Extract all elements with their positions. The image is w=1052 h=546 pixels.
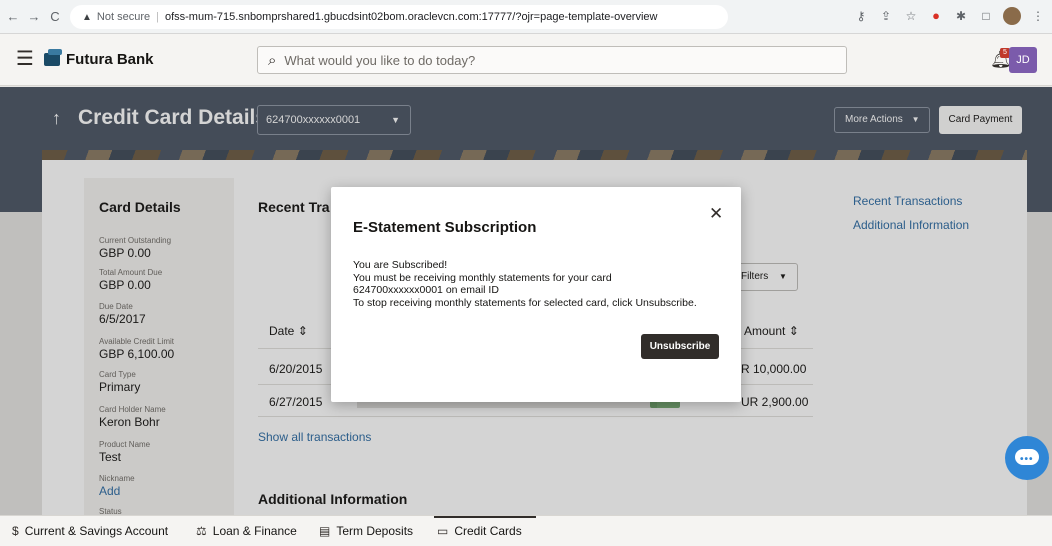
forward-nav-icon[interactable]: → <box>26 7 42 27</box>
url-separator: | <box>156 11 159 23</box>
back-nav-icon[interactable]: ← <box>5 7 21 27</box>
kebab-menu-icon[interactable]: ⋮ <box>1030 7 1046 25</box>
message-line: You must be receiving monthly statements… <box>353 271 612 284</box>
warning-icon: ▲ <box>82 11 92 23</box>
dollar-circle-icon: $ <box>12 524 19 538</box>
deposit-icon: ▤ <box>319 524 331 538</box>
reload-icon[interactable]: C <box>47 7 63 27</box>
avatar[interactable]: JD <box>1009 47 1037 73</box>
message-line: You are Subscribed! <box>353 259 448 271</box>
nav-label: Credit Cards <box>454 524 522 538</box>
camera-icon[interactable]: ● <box>928 7 944 25</box>
nav-label: Current & Savings Account <box>24 524 169 538</box>
modal-title: E-Statement Subscription <box>353 219 537 236</box>
credit-card-icon: ▭ <box>437 524 449 538</box>
search-icon: ⌕ <box>268 51 277 69</box>
search-input[interactable]: ⌕ What would you like to do today? <box>257 46 847 74</box>
star-icon[interactable]: ☆ <box>903 7 919 25</box>
share-icon[interactable]: ⇪ <box>878 7 894 25</box>
security-label: Not secure <box>96 11 151 23</box>
bank-logo-icon <box>44 49 62 66</box>
url-text: ofss-mum-715.snbomprshared1.gbucdsint02b… <box>164 11 658 23</box>
nav-current-savings-account[interactable]: $ Current & Savings Account <box>12 524 168 538</box>
loan-icon: ⚖ <box>196 524 207 538</box>
browser-toolbar: ← → C ▲ Not secure | ofss-mum-715.snbomp… <box>0 0 1052 34</box>
nav-label: Loan & Finance <box>212 524 297 538</box>
profile-icon[interactable] <box>1003 7 1021 25</box>
nav-credit-cards[interactable]: ▭ Credit Cards <box>437 524 522 538</box>
message-line: 624700xxxxxx0001 on email ID <box>353 284 499 296</box>
key-icon[interactable]: ⚷ <box>853 7 869 25</box>
unsubscribe-button[interactable]: Unsubscribe <box>641 334 719 359</box>
bank-name: Futura Bank <box>66 51 154 68</box>
nav-loan-finance[interactable]: ⚖ Loan & Finance <box>196 524 297 538</box>
chat-dots-icon: ••• <box>1020 454 1034 465</box>
nav-label: Term Deposits <box>336 524 414 538</box>
hamburger-menu-icon[interactable]: ☰ <box>16 48 34 70</box>
e-statement-modal: E-Statement Subscription ✕ You are Subsc… <box>331 187 741 402</box>
bottom-navigation: $ Current & Savings Account ⚖ Loan & Fin… <box>0 515 1052 546</box>
window-icon[interactable]: □ <box>978 7 994 25</box>
chat-bubble-icon[interactable]: ••• <box>1005 436 1049 480</box>
browser-extension-icons: ⚷ ⇪ ☆ ● ✱ □ ⋮ <box>853 7 1046 25</box>
search-placeholder: What would you like to do today? <box>284 52 476 68</box>
puzzle-icon[interactable]: ✱ <box>953 7 969 25</box>
address-bar[interactable]: ▲ Not secure | ofss-mum-715.snbomprshare… <box>70 5 728 29</box>
active-tab-indicator <box>434 516 536 518</box>
message-line: To stop receiving monthly statements for… <box>353 296 697 309</box>
app-header: ☰ Futura Bank ⌕ What would you like to d… <box>0 34 1052 86</box>
nav-term-deposits[interactable]: ▤ Term Deposits <box>319 524 413 538</box>
modal-message: You are Subscribed! You must be receivin… <box>353 259 733 309</box>
close-icon[interactable]: ✕ <box>709 204 723 224</box>
